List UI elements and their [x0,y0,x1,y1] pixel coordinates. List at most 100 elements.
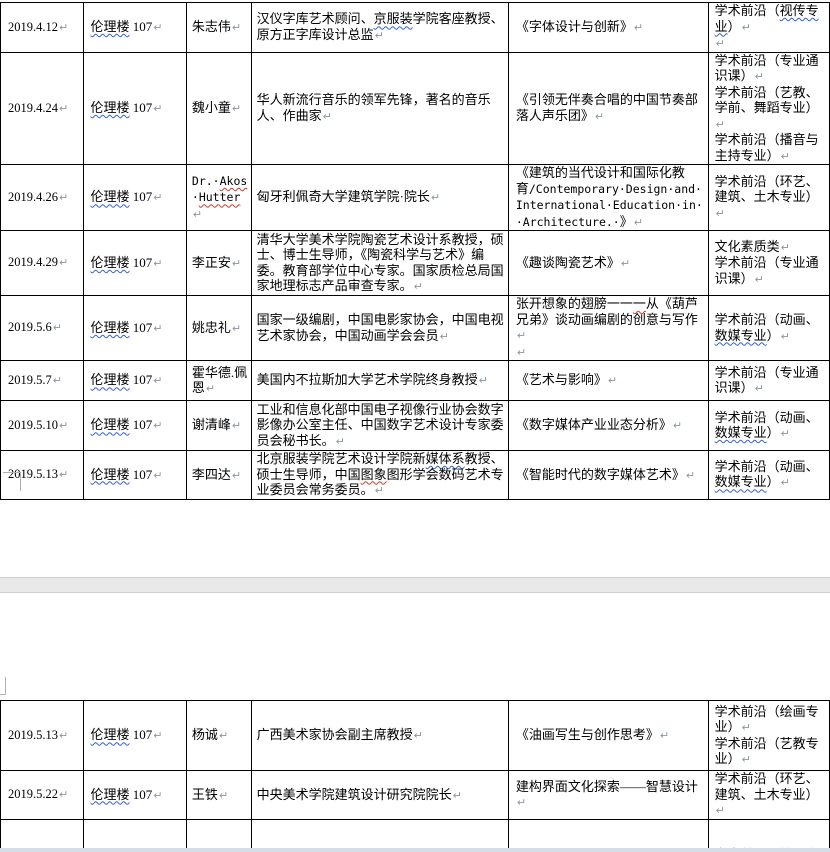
text-run: ） [767,474,780,489]
paragraph-mark: ↵ [219,789,228,802]
paragraph: 学术前沿（动画、数媒专业）↵ [715,410,826,442]
paragraph-mark: ↵ [193,208,202,221]
text-run: 北京服装学院艺术设计学院新 [257,451,426,466]
text-run: 数媒专业 [715,328,767,343]
cell-location: 伦理楼 107↵ [83,231,186,296]
paragraph: 学术前沿（专业通识课）↵ [715,53,826,85]
text-run: 学术前沿（绘画专业） [715,704,819,735]
text-run: ） [767,328,780,343]
text-run: 姚忠礼 [192,320,231,335]
paragraph: 2019.5.7↵ [8,373,81,389]
paragraph-mark: ↵ [206,382,215,395]
text-run: 一 [633,296,646,311]
paragraph: 伦理楼 107↵ [91,100,184,117]
table-row: 2019.4.12↵伦理楼 107↵朱志伟↵汉仪字库艺术顾问、京服装学院客座教授… [1,3,830,53]
text-run: 学术前沿（环艺、建筑、土木专业） [715,174,819,205]
paragraph-mark: ↵ [755,273,764,286]
cell-speaker_desc: 华人新流行音乐的领军先锋，著名的音乐人、作曲家↵ [251,52,508,165]
paragraph: 学术前沿（播音与主持专业）↵ [715,132,826,164]
text-run: 2019.5.10 [8,418,58,432]
table-row: 2019.4.26↵伦理楼 107↵Dr.·Akos·Hutter↵匈牙利佩奇大… [1,165,830,231]
paragraph-mark: ↵ [716,804,725,817]
paragraph: 伦理楼 107↵ [91,19,184,36]
paragraph-mark: ↵ [59,191,68,204]
paragraph: 2019.5.10↵ [8,418,81,434]
text-run: 《趣谈陶瓷艺术》 [516,255,620,270]
paragraph: 伦理楼 107↵ [91,320,184,337]
text-run: 工业和信息化部中国电子视像行业协会数字影像办公室主任、中国数字艺术设计专家委员会… [257,402,504,448]
cell-category: 学术前沿（视传专业）↵↵ [708,3,829,53]
paragraph: 中央美术学院建筑设计研究院院长↵ [257,787,505,804]
paragraph: 李四达↵ [192,467,249,484]
paragraph-mark: ↵ [621,257,630,270]
cell-category: 学术前沿（动画、数媒专业）↵ [708,401,829,451]
paragraph: 《引领无伴奏合唱的中国节奏部落人声乐团》↵ [516,92,704,124]
text-run: 李正安 [192,255,231,270]
paragraph-mark: ↵ [755,70,764,83]
text-run: 107 [130,727,153,742]
paragraph-mark: ↵ [336,435,345,448]
text-run: Akos [220,174,248,188]
paragraph: 伦理楼 107↵ [91,467,184,484]
text-run: 》 [620,214,633,229]
cell-title: 《引领无伴奏合唱的中国节奏部落人声乐团》↵ [508,52,708,165]
paragraph: 张开想象的翅膀一一一从《葫芦兄弟》谈动画编剧的创意与写作↵ [516,296,704,344]
paragraph: 伦理楼 107↵ [91,417,184,434]
cell-title: 《建筑的当代设计和国际化教育/Contemporary·Design·and·I… [508,165,708,231]
paragraph-mark: ↵ [153,789,162,802]
paragraph: 伦理楼 107↵ [91,727,184,744]
paragraph: 《艺术与影响》↵ [516,372,704,389]
paragraph-mark: ↵ [414,280,423,293]
paragraph: 文化素质类↵ [715,239,826,256]
text-run: 2019.4.26 [8,190,58,204]
paragraph-mark: ↵ [153,21,162,34]
cell-speaker: 魏小童↵ [186,52,251,165]
text-run: 数媒专业 [715,425,767,440]
paragraph-mark: ↵ [742,721,751,734]
page-break-strip [0,577,830,593]
table-row: 2019.4.24↵伦理楼 107↵魏小童↵华人新流行音乐的领军先锋，著名的音乐… [1,52,830,165]
text-run: ） [728,19,741,34]
cell-date: 2019.5.22↵ [1,771,84,820]
text-run: 霍华德.佩恩 [192,365,247,396]
text-run: 美国内不拉斯加大学艺术学院终身教授 [257,372,478,387]
text-run: 伦理楼 [91,100,130,115]
text-run: 2019.4.12 [8,20,58,34]
paragraph-mark: ↵ [781,150,790,163]
cell-date: 2019.4.26↵ [1,165,84,231]
paragraph: 姚忠礼↵ [192,320,249,337]
cell-speaker: 朱志伟↵ [186,3,251,53]
paragraph: 《数字媒体产业业态分析》↵ [516,417,704,434]
paragraph-mark: ↵ [781,476,790,489]
paragraph-mark: ↵ [53,321,62,334]
text-run: 2019.5.22 [8,787,58,801]
text-run: 学术前沿（动画、 [715,312,819,327]
paragraph-mark: ↵ [59,21,68,34]
paragraph-mark: ↵ [742,21,751,34]
paragraph: 《智能时代的数字媒体艺术》↵ [516,467,704,484]
cell-title: 《艺术与影响》↵ [508,361,708,401]
cell-location: 伦理楼 107↵ [83,361,186,401]
word-document-view: 2019.4.12↵伦理楼 107↵朱志伟↵汉仪字库艺术顾问、京服装学院客座教授… [0,0,830,852]
cell-category: 学术前沿（环艺、建筑、土木专业）↵ [708,165,829,231]
paragraph: 《字体设计与创新》↵ [516,19,704,36]
text-run: 学术前沿（动画、 [715,410,819,425]
paragraph: 学术前沿（动画、数媒专业）↵ [715,459,826,491]
text-run: 媒体系 [426,451,465,466]
paragraph-mark: ↵ [232,469,241,482]
text-run: 清华大学美术学院陶瓷艺术设计系教授，硕士、博士生导师，《陶瓷科学与艺术》编委。教… [257,232,504,294]
text-run: 数媒专业 [715,474,767,489]
text-run: 2019.5.7 [8,373,52,387]
text-boundary-corner-mark [3,472,21,491]
paragraph: 朱志伟↵ [192,19,249,36]
text-run: 李四达 [192,467,231,482]
text-run: ） [767,425,780,440]
paragraph: 魏小童↵ [192,100,249,117]
paragraph-mark: ↵ [634,21,643,34]
cell-speaker: 李正安↵ [186,231,251,296]
cell-date: 2019.4.29↵ [1,231,84,296]
cell-location: 伦理楼 107↵ [83,771,186,820]
paragraph: 学术前沿（环艺、建筑、土木专业）↵ [715,771,826,819]
text-run: 中央美术学院建筑设计研究院院长 [257,787,452,802]
paragraph-mark: ↵ [440,330,449,343]
